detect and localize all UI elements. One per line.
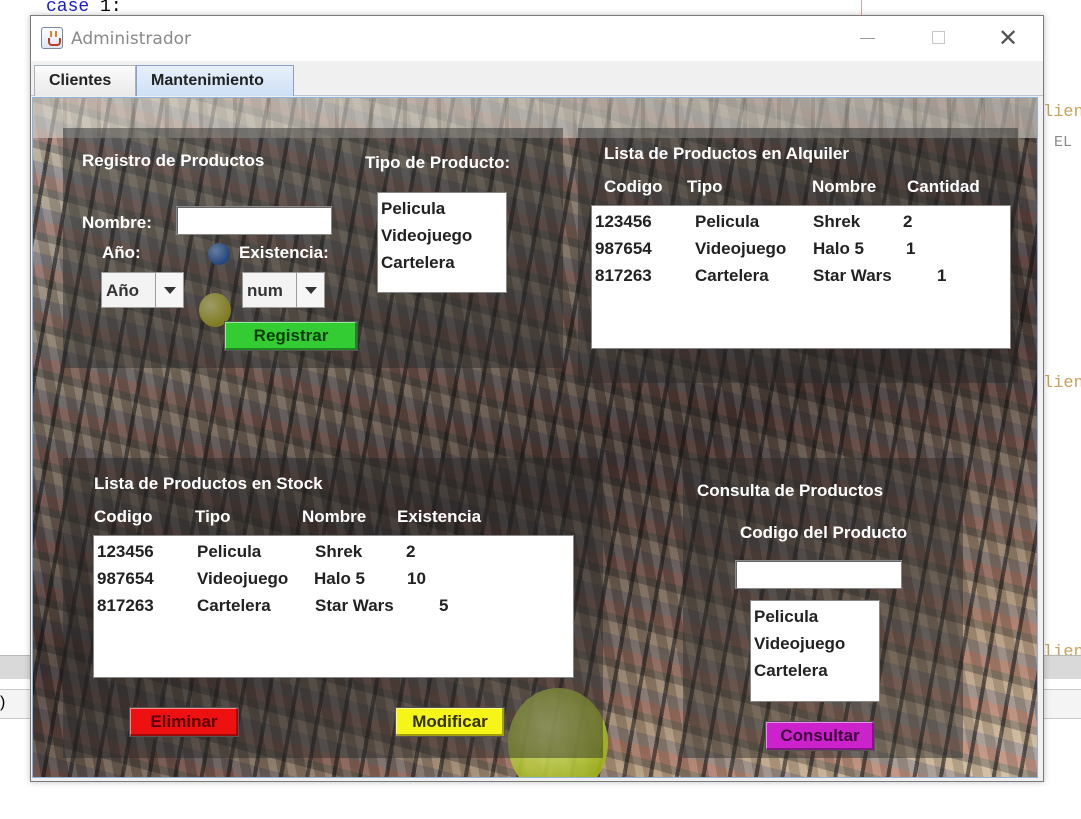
anio-label: Año: <box>102 243 141 262</box>
stock-title: Lista de Productos en Stock <box>94 474 323 493</box>
codigo-producto-input[interactable] <box>735 560 902 589</box>
tab-strip: Clientes Mantenimiento <box>31 61 1043 96</box>
cell-existencia: 5 <box>439 596 449 615</box>
cell-tipo: Cartelera <box>197 596 271 615</box>
ide-text: ) <box>0 694 6 711</box>
alquiler-header-cantidad: Cantidad <box>907 177 980 196</box>
title-bar[interactable]: Administrador ✕ <box>31 16 1043 61</box>
tipo-producto-label: Tipo de Producto: <box>365 153 511 172</box>
cell-existencia: 2 <box>406 542 416 561</box>
list-item[interactable]: Pelicula <box>381 199 445 219</box>
existencia-label: Existencia: <box>239 243 329 262</box>
cell-tipo: Cartelera <box>695 266 769 285</box>
close-button[interactable]: ✕ <box>985 16 1031 61</box>
cell-nombre: Star Wars <box>315 596 394 615</box>
stock-header-codigo: Codigo <box>94 507 153 526</box>
alquiler-header-nombre: Nombre <box>812 177 877 196</box>
list-item[interactable]: Cartelera <box>381 253 455 273</box>
cell-cantidad: 1 <box>906 239 916 258</box>
codigo-producto-label: Codigo del Producto <box>740 523 908 542</box>
ide-side-text: lien <box>1043 374 1081 393</box>
registro-title: Registro de Productos <box>82 151 265 170</box>
chevron-down-icon[interactable] <box>155 273 183 307</box>
stock-header-tipo: Tipo <box>195 507 231 526</box>
tab-clientes[interactable]: Clientes <box>34 65 136 96</box>
cell-codigo: 817263 <box>595 266 652 285</box>
cell-cantidad: 1 <box>937 266 947 285</box>
cell-codigo: 987654 <box>97 569 154 588</box>
existencia-select-value: num <box>247 281 283 300</box>
alquiler-list[interactable]: 123456 Pelicula Shrek 2 987654 Videojueg… <box>591 205 1011 349</box>
nombre-input[interactable] <box>176 206 332 235</box>
alquiler-header-codigo: Codigo <box>604 177 663 196</box>
cell-codigo: 817263 <box>97 596 154 615</box>
tab-mantenimiento[interactable]: Mantenimiento <box>136 65 294 96</box>
cell-tipo: Pelicula <box>197 542 262 561</box>
chevron-down-icon[interactable] <box>296 273 324 307</box>
modificar-button[interactable]: Modificar <box>395 707 505 737</box>
list-item[interactable]: Cartelera <box>754 661 828 681</box>
ide-panel-bar <box>1043 655 1081 679</box>
cell-nombre: Shrek <box>315 542 363 561</box>
cell-existencia: 10 <box>407 569 426 588</box>
java-cup-icon <box>41 27 63 49</box>
window-title: Administrador <box>71 29 192 49</box>
eliminar-button[interactable]: Eliminar <box>129 707 239 737</box>
tipo-producto-list[interactable]: Pelicula Videojuego Cartelera <box>377 192 507 293</box>
consulta-title: Consulta de Productos <box>697 481 884 500</box>
minimize-button[interactable] <box>846 16 892 61</box>
cell-nombre: Star Wars <box>813 266 892 285</box>
consulta-tipo-list[interactable]: Pelicula Videojuego Cartelera <box>750 600 880 702</box>
consultar-button[interactable]: Consultar <box>765 721 875 751</box>
cell-tipo: Videojuego <box>695 239 787 258</box>
alquiler-header-tipo: Tipo <box>687 177 723 196</box>
cell-cantidad: 2 <box>903 212 913 231</box>
nombre-label: Nombre: <box>82 213 152 232</box>
list-item[interactable]: Videojuego <box>381 226 472 246</box>
stock-header-existencia: Existencia <box>397 507 482 526</box>
cell-tipo: Pelicula <box>695 212 760 231</box>
registrar-button[interactable]: Registrar <box>224 321 358 351</box>
close-icon: ✕ <box>997 24 1019 52</box>
ide-panel-bar <box>0 655 31 679</box>
cell-nombre: Shrek <box>813 212 861 231</box>
maximize-button[interactable] <box>916 16 962 61</box>
stock-header-nombre: Nombre <box>302 507 367 526</box>
cell-nombre: Halo 5 <box>314 569 366 588</box>
maximize-icon <box>932 31 945 44</box>
ide-side-text: lien <box>1043 103 1081 122</box>
list-item[interactable]: Videojuego <box>754 634 845 654</box>
cell-codigo: 123456 <box>595 212 652 231</box>
cell-codigo: 123456 <box>97 542 154 561</box>
anio-select[interactable]: Año <box>101 272 184 308</box>
anio-select-value: Año <box>106 281 140 300</box>
cell-codigo: 987654 <box>595 239 652 258</box>
list-item[interactable]: Pelicula <box>754 607 818 627</box>
ide-side-text: EL <box>1054 134 1073 151</box>
mantenimiento-panel: Registro de Productos Nombre: Año: Año E… <box>32 97 1038 778</box>
alquiler-title: Lista de Productos en Alquiler <box>604 144 849 163</box>
minimize-icon <box>860 38 875 39</box>
stock-list[interactable]: 123456 Pelicula Shrek 2 987654 Videojueg… <box>93 535 574 678</box>
admin-window: Administrador ✕ Clientes Mantenimiento R… <box>30 15 1044 782</box>
ide-panel-bar <box>1043 689 1081 719</box>
existencia-select[interactable]: num <box>242 272 325 308</box>
ide-margin-line <box>861 0 862 16</box>
cell-nombre: Halo 5 <box>813 239 865 258</box>
cell-tipo: Videojuego <box>197 569 289 588</box>
